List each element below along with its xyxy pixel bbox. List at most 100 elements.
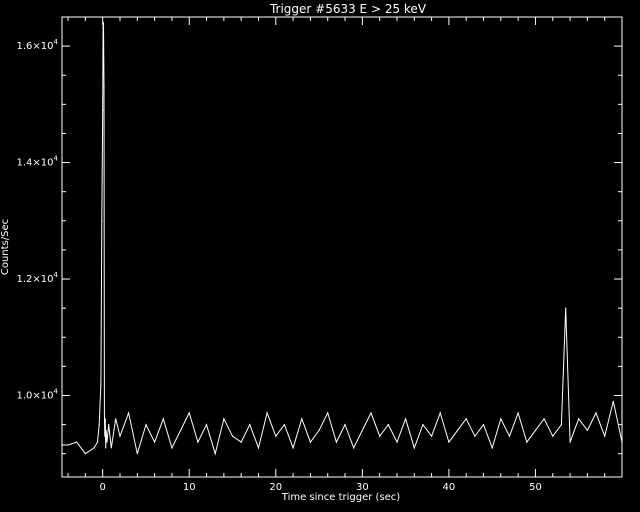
data-point [431, 435, 433, 437]
data-point [439, 412, 441, 414]
data-point [379, 435, 381, 437]
y-tick-mantissa: 1.6×10 [17, 41, 54, 52]
data-point [552, 435, 554, 437]
data-point [413, 447, 415, 449]
data-point [595, 412, 597, 414]
y-tick-label: 1.0×104 [17, 387, 59, 401]
data-point [578, 418, 580, 420]
data-point [292, 447, 294, 449]
data-point [309, 441, 311, 443]
y-tick-label: 1.6×104 [17, 38, 59, 52]
y-axis-title: Counts/Sec [0, 219, 11, 275]
data-point [162, 418, 164, 420]
data-point [517, 412, 519, 414]
data-point [482, 424, 485, 426]
data-point [612, 400, 614, 402]
data-point [76, 441, 78, 443]
data-point [93, 447, 95, 449]
x-tick-label: 20 [269, 482, 282, 493]
data-point [136, 453, 138, 455]
y-tick-mantissa: 1.4×10 [17, 158, 54, 169]
data-point [249, 424, 251, 426]
y-tick-label: 1.2×104 [17, 271, 59, 285]
data-point [171, 447, 173, 449]
x-tick-label: 10 [183, 482, 196, 493]
data-point [283, 424, 285, 426]
x-tick-label: 40 [443, 482, 456, 493]
data-point [266, 412, 268, 414]
y-tick-exponent: 4 [54, 387, 59, 395]
data-point [604, 435, 606, 437]
data-point [257, 447, 260, 449]
data-point [465, 418, 467, 420]
data-point [569, 441, 571, 443]
data-point [214, 453, 216, 455]
data-point [106, 441, 108, 443]
data-point [98, 424, 100, 426]
data-point [275, 435, 277, 437]
data-point [101, 220, 103, 222]
data-point [448, 441, 450, 443]
x-tick-label: 50 [529, 482, 542, 493]
data-point [560, 424, 563, 426]
y-tick-exponent: 4 [54, 38, 59, 46]
data-point [405, 418, 407, 420]
data-point [110, 447, 112, 449]
data-point [104, 435, 106, 437]
data-point [543, 418, 545, 420]
data-point [500, 418, 502, 420]
data-point [108, 424, 110, 426]
data-point [154, 441, 156, 443]
y-tick-label: 1.4×104 [17, 155, 59, 169]
data-point [96, 441, 99, 443]
data-point [456, 429, 459, 431]
data-point [240, 441, 242, 443]
data-point [205, 424, 208, 426]
y-tick-exponent: 4 [54, 155, 59, 163]
data-point [104, 418, 106, 420]
x-tick-label: 0 [99, 482, 105, 493]
data-point [84, 453, 86, 455]
data-point [105, 429, 107, 431]
data-point [197, 441, 199, 443]
data-point [361, 429, 363, 431]
data-point [396, 441, 398, 443]
data-point [565, 307, 567, 309]
data-point [353, 447, 355, 449]
data-point [586, 429, 589, 431]
data-point [508, 435, 511, 437]
y-tick-mantissa: 1.2×10 [17, 274, 54, 285]
data-point [61, 444, 63, 446]
x-axis-title: Time since trigger (sec) [281, 492, 401, 503]
data-point [105, 447, 107, 449]
data-point [621, 441, 623, 443]
y-tick-mantissa: 1.0×10 [17, 390, 54, 401]
data-point [231, 435, 234, 437]
data-point [335, 441, 337, 443]
data-point [422, 424, 424, 426]
data-point [526, 441, 528, 443]
chart: Trigger #5633 E > 25 keV 0 10 20 30 40 50 1.0… [0, 0, 640, 512]
data-point [327, 412, 329, 414]
data-point [103, 86, 105, 88]
data-point [318, 429, 320, 431]
chart-title: Trigger #5633 E > 25 keV [269, 2, 427, 16]
data-point [100, 383, 102, 385]
data-point [119, 435, 121, 437]
chart-background [0, 0, 640, 512]
data-point [387, 424, 389, 426]
data-point [301, 418, 303, 420]
data-point [491, 447, 493, 449]
data-point [67, 444, 69, 446]
y-tick-exponent: 4 [54, 271, 59, 279]
data-point [188, 412, 190, 414]
data-point [180, 429, 182, 431]
data-point [128, 412, 130, 414]
data-point [534, 429, 537, 431]
data-point [370, 412, 372, 414]
data-point [223, 418, 225, 420]
data-point [344, 424, 346, 426]
data-point [474, 435, 476, 437]
data-point [115, 418, 117, 420]
data-point [145, 424, 147, 426]
